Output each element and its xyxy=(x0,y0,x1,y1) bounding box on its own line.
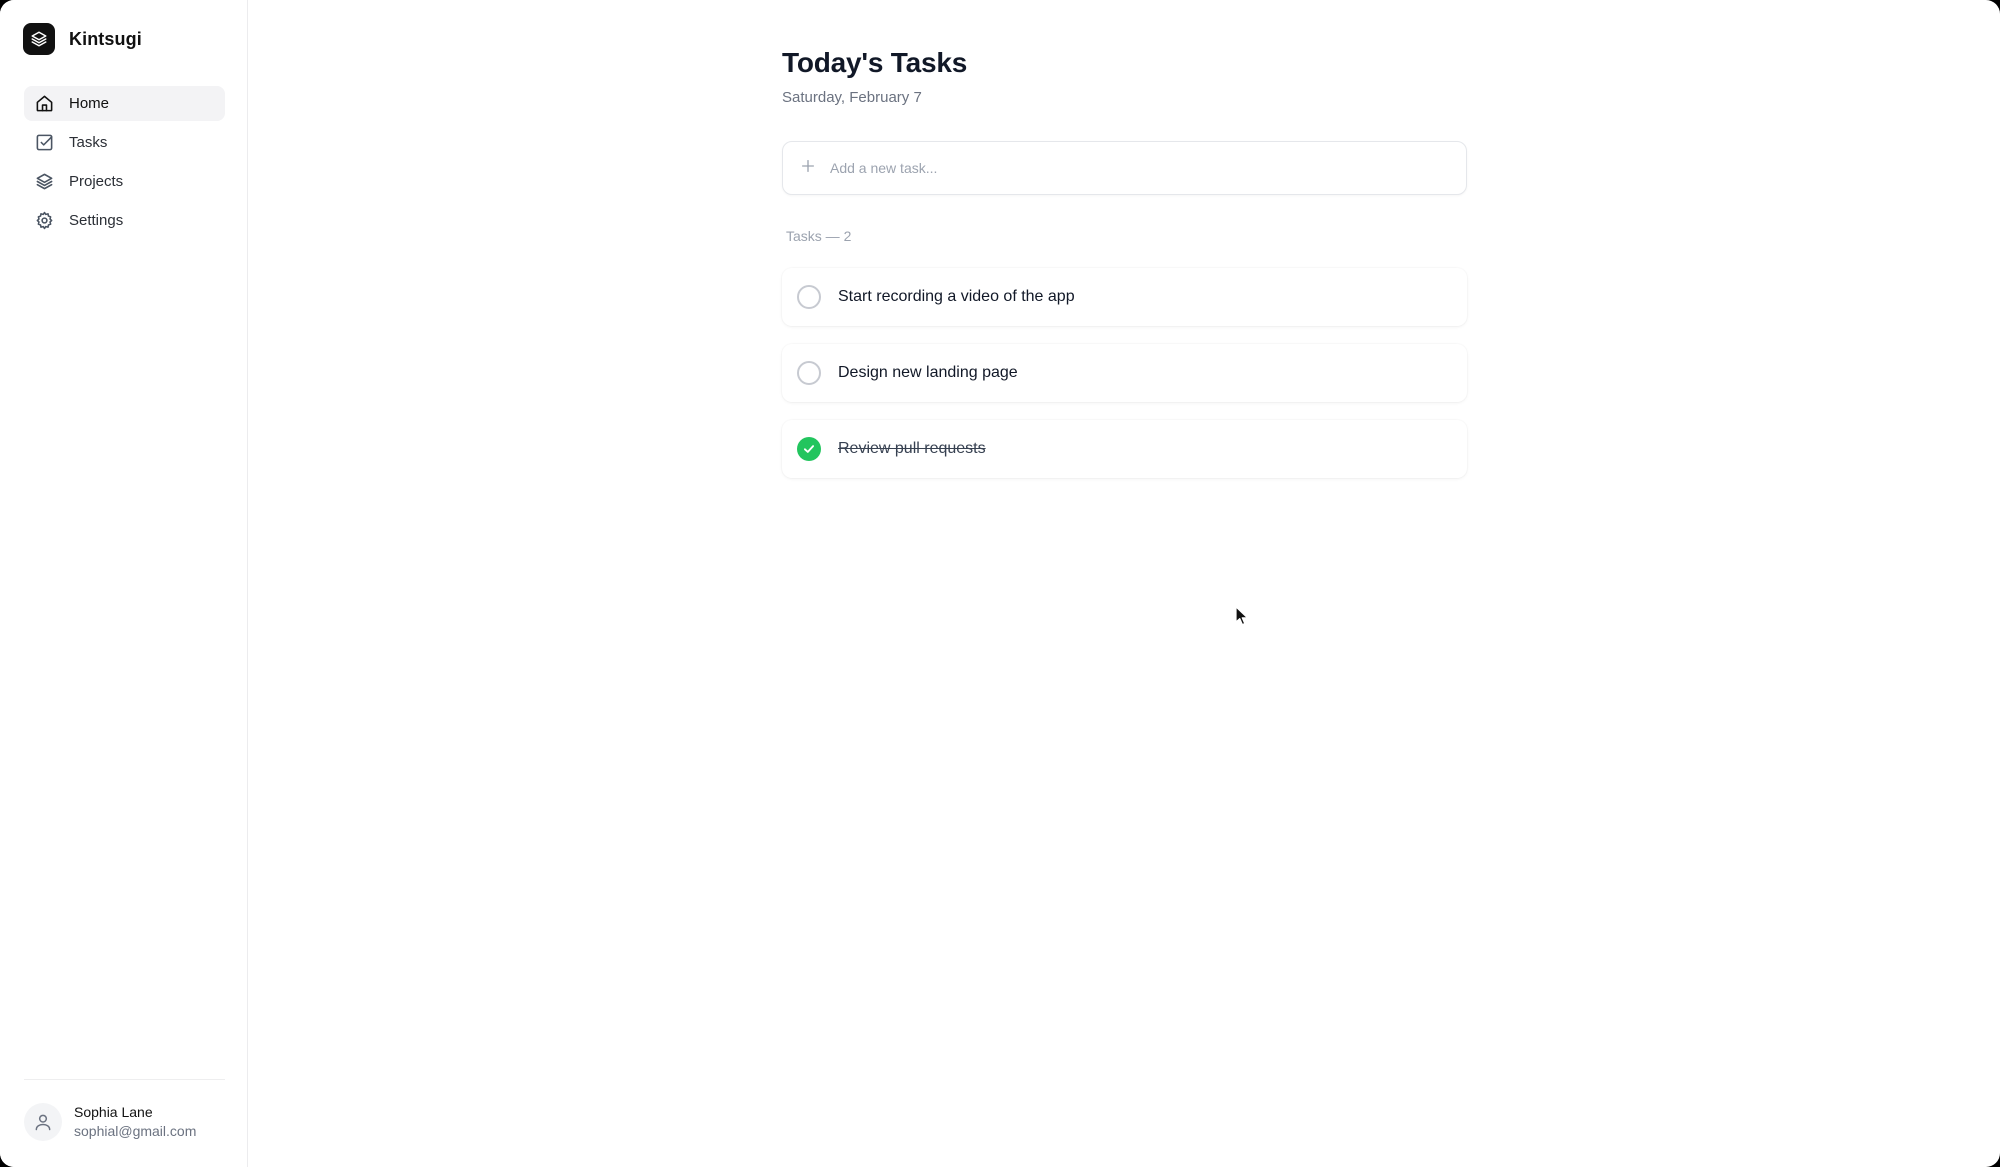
task-checkbox-checked[interactable] xyxy=(797,437,821,461)
avatar xyxy=(24,1103,62,1141)
task-text: Start recording a video of the app xyxy=(838,288,1075,305)
sidebar: Kintsugi Home Tasks Projects Settings So… xyxy=(0,0,248,1167)
sidebar-nav: Home Tasks Projects Settings xyxy=(24,86,225,242)
sidebar-item-tasks[interactable]: Tasks xyxy=(24,125,225,160)
main-content: Today's Tasks Saturday, February 7 Tasks… xyxy=(249,0,2000,1167)
brand[interactable]: Kintsugi xyxy=(23,23,142,55)
task-item[interactable]: Start recording a video of the app xyxy=(782,268,1467,326)
check-icon xyxy=(803,445,815,453)
task-item[interactable]: Review pull requests xyxy=(782,420,1467,478)
add-task-input[interactable] xyxy=(830,160,1430,176)
layers-logo-icon xyxy=(23,23,55,55)
user-info: Sophia Lane sophial@gmail.com xyxy=(74,1103,196,1141)
page-date: Saturday, February 7 xyxy=(782,89,922,106)
task-checkbox[interactable] xyxy=(797,361,821,385)
sidebar-item-label: Home xyxy=(69,95,110,112)
sidebar-item-home[interactable]: Home xyxy=(24,86,225,121)
user-email: sophial@gmail.com xyxy=(74,1123,197,1139)
home-icon xyxy=(35,94,54,113)
task-list: Start recording a video of the app Desig… xyxy=(782,268,1467,496)
layers-icon xyxy=(35,172,54,191)
sidebar-item-projects[interactable]: Projects xyxy=(24,164,225,199)
page-title: Today's Tasks xyxy=(782,47,968,78)
plus-icon xyxy=(800,158,816,179)
task-checkbox[interactable] xyxy=(797,285,821,309)
task-item[interactable]: Design new landing page xyxy=(782,344,1467,402)
checkbox-icon xyxy=(35,133,54,152)
gear-icon xyxy=(35,211,54,230)
divider xyxy=(24,1079,225,1080)
user-name: Sophia Lane xyxy=(74,1104,153,1120)
mouse-cursor-icon xyxy=(1235,606,1248,626)
sidebar-item-label: Projects xyxy=(69,173,124,190)
sidebar-item-label: Tasks xyxy=(69,134,108,151)
user-icon xyxy=(35,1114,51,1131)
tasks-count-label: Tasks — 2 xyxy=(786,228,852,244)
task-text: Design new landing page xyxy=(838,364,1018,381)
task-text: Review pull requests xyxy=(838,440,986,457)
app-name: Kintsugi xyxy=(69,28,142,49)
sidebar-item-settings[interactable]: Settings xyxy=(24,203,225,238)
user-profile[interactable]: Sophia Lane sophial@gmail.com xyxy=(24,1103,196,1141)
add-task-bar[interactable] xyxy=(782,141,1467,195)
sidebar-item-label: Settings xyxy=(69,212,124,229)
app-window: Kintsugi Home Tasks Projects Settings So… xyxy=(0,0,2000,1167)
